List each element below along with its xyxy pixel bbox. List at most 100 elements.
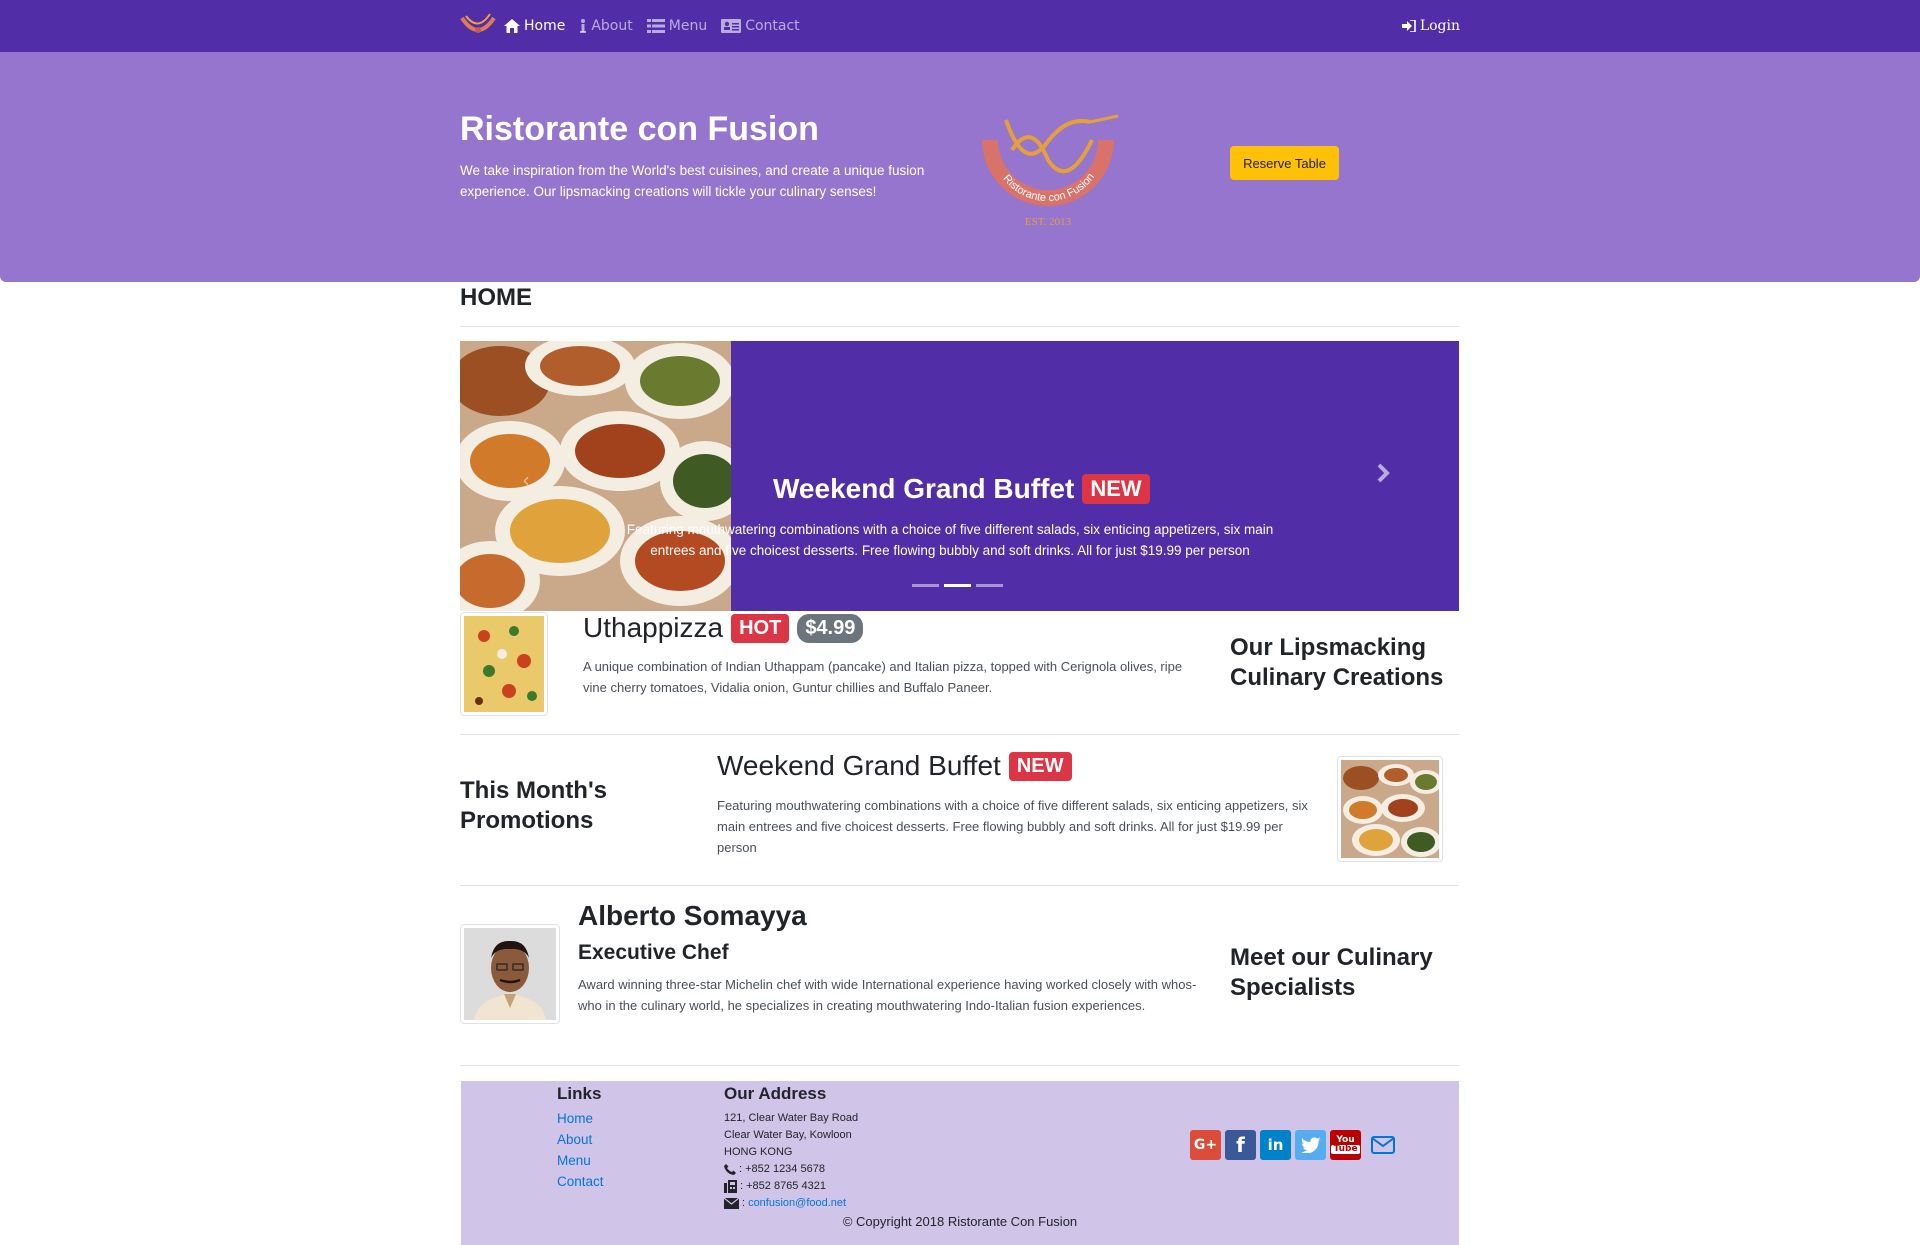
nav-about-label: About — [591, 18, 633, 34]
home-icon — [504, 19, 520, 33]
leader-side-heading: Meet our Culinary Specialists — [1230, 944, 1433, 1001]
youtube-icon[interactable]: You Tube — [1330, 1130, 1361, 1160]
sign-in-icon — [1401, 20, 1416, 32]
carousel-indicator[interactable] — [912, 584, 939, 587]
phone-icon — [724, 1164, 736, 1175]
new-badge: NEW — [1008, 751, 1072, 781]
nav-home-label: Home — [524, 18, 566, 34]
hot-badge: HOT — [731, 613, 790, 643]
divider — [460, 734, 1459, 735]
login-button[interactable]: Login — [1401, 0, 1460, 52]
footer-link-item: Home — [557, 1111, 604, 1132]
promotion-description: Featuring mouthwatering combinations wit… — [717, 798, 1308, 855]
nav-contact-label: Contact — [745, 18, 800, 34]
svg-text:Ristorante con Fusion: Ristorante con Fusion — [1000, 171, 1096, 204]
new-badge: NEW — [1082, 474, 1150, 504]
footer-links: Home About Menu Contact — [557, 1111, 604, 1195]
dish-description: A unique combination of Indian Uthappam … — [583, 659, 1183, 695]
promotion-title: Weekend Grand Buffet — [717, 750, 1001, 781]
buffet-thumbnail-image — [1341, 760, 1439, 858]
address-card-icon — [721, 19, 742, 33]
info-icon — [580, 19, 587, 33]
promotion-thumbnail — [1337, 756, 1443, 862]
footer-link-item: Menu — [557, 1153, 604, 1174]
twitter-bird-icon — [1300, 1137, 1321, 1153]
mail-icon[interactable] — [1365, 1130, 1401, 1160]
carousel-caption-text: Featuring mouthwatering combinations wit… — [626, 522, 1274, 558]
leader-description: Award winning three-star Michelin chef w… — [578, 977, 1197, 1013]
logo-est: EST. 2013 — [1025, 216, 1072, 228]
address-line: HONG KONG — [724, 1146, 793, 1158]
restaurant-logo: Ristorante con Fusion EST. 2013 — [982, 114, 1119, 228]
navbar: Home About Menu Contact Login — [0, 0, 1920, 52]
price-badge: $4.99 — [797, 613, 864, 643]
brand-logo[interactable] — [460, 12, 496, 42]
carousel-indicators — [912, 584, 1003, 587]
email-link[interactable]: confusion@food.net — [748, 1195, 846, 1212]
social-links: G+ f in You Tube — [1190, 1130, 1401, 1160]
jumbotron: Ristorante con Fusion We take inspiratio… — [0, 52, 1920, 282]
carousel-indicator[interactable] — [976, 584, 1003, 587]
dish-title-row: Uthappizza HOT $4.99 — [583, 612, 864, 644]
reserve-table-button[interactable]: Reserve Table — [1230, 146, 1339, 180]
linkedin-icon[interactable]: in — [1260, 1130, 1291, 1160]
dish-title: Uthappizza — [583, 612, 724, 643]
jumbotron-text: We take inspiration from the World's bes… — [460, 163, 925, 199]
footer-address-heading: Our Address — [724, 1084, 827, 1103]
footer-link-about[interactable]: About — [557, 1132, 592, 1147]
carousel-indicator-active[interactable] — [944, 584, 971, 587]
footer-address: 121, Clear Water Bay Road Clear Water Ba… — [724, 1110, 858, 1212]
leader-name: Alberto Somayya — [578, 900, 807, 931]
carousel: ‹ Weekend Grand Buffet NEW Featuring mou… — [460, 341, 1459, 611]
nav-about-link[interactable]: About — [579, 18, 633, 34]
envelope-outline-icon — [1371, 1136, 1395, 1154]
envelope-icon — [724, 1198, 739, 1209]
dish-thumbnail — [460, 612, 548, 716]
carousel-next-icon[interactable] — [1375, 461, 1393, 485]
carousel-caption-title: Weekend Grand Buffet NEW — [773, 473, 1150, 505]
footer-link-menu[interactable]: Menu — [557, 1153, 591, 1168]
google-plus-icon[interactable]: G+ — [1190, 1130, 1221, 1160]
footer-link-item: About — [557, 1132, 604, 1153]
phone-number: : +852 1234 5678 — [739, 1163, 825, 1175]
divider — [460, 885, 1459, 886]
login-label: Login — [1419, 18, 1460, 34]
fax-row: : +852 8765 4321 — [724, 1178, 858, 1195]
navbar-container: Home About Menu Contact Login — [460, 0, 1460, 52]
leader-designation: Executive Chef — [578, 941, 729, 964]
leader-thumbnail — [460, 924, 560, 1024]
nav-contact-link[interactable]: Contact — [721, 18, 800, 34]
footer-link-home[interactable]: Home — [557, 1111, 593, 1126]
nav-menu-link[interactable]: Menu — [646, 18, 708, 34]
phone-row: : +852 1234 5678 — [724, 1161, 858, 1178]
email-prefix: : — [742, 1197, 746, 1209]
uthappizza-image — [464, 616, 544, 712]
footer-link-item: Contact — [557, 1174, 604, 1195]
footer-link-contact[interactable]: Contact — [557, 1174, 604, 1189]
copyright: © Copyright 2018 Ristorante Con Fusion — [842, 1214, 1078, 1229]
fax-icon — [724, 1180, 737, 1193]
fax-number: : +852 8765 4321 — [740, 1180, 826, 1192]
footer: Links Home About Menu Contact Our Addres… — [461, 1081, 1459, 1245]
footer-links-heading: Links — [557, 1084, 602, 1103]
dish-side-heading: Our Lipsmacking Culinary Creations — [1230, 634, 1444, 691]
divider — [460, 326, 1459, 327]
address-line: 121, Clear Water Bay Road — [724, 1112, 859, 1124]
email-row: : confusion@food.net — [724, 1195, 858, 1212]
page-heading: HOME — [460, 284, 532, 311]
nav-links: Home About Menu Contact — [504, 0, 800, 52]
buffet-image — [460, 341, 731, 611]
nav-menu-label: Menu — [668, 18, 708, 34]
twitter-icon[interactable] — [1295, 1130, 1326, 1160]
facebook-icon[interactable]: f — [1225, 1130, 1256, 1160]
nav-home-link[interactable]: Home — [504, 18, 565, 34]
address-line: Clear Water Bay, Kowloon — [724, 1129, 852, 1141]
promotion-side-heading: This Month's Promotions — [460, 777, 608, 834]
chef-portrait-image — [464, 928, 556, 1020]
carousel-prev-icon[interactable]: ‹ — [522, 468, 530, 492]
promotion-title-row: Weekend Grand Buffet NEW — [717, 750, 1072, 782]
divider — [460, 1065, 1459, 1066]
carousel-title: Weekend Grand Buffet — [773, 473, 1075, 504]
list-icon — [646, 19, 665, 33]
jumbotron-title: Ristorante con Fusion — [460, 110, 819, 148]
